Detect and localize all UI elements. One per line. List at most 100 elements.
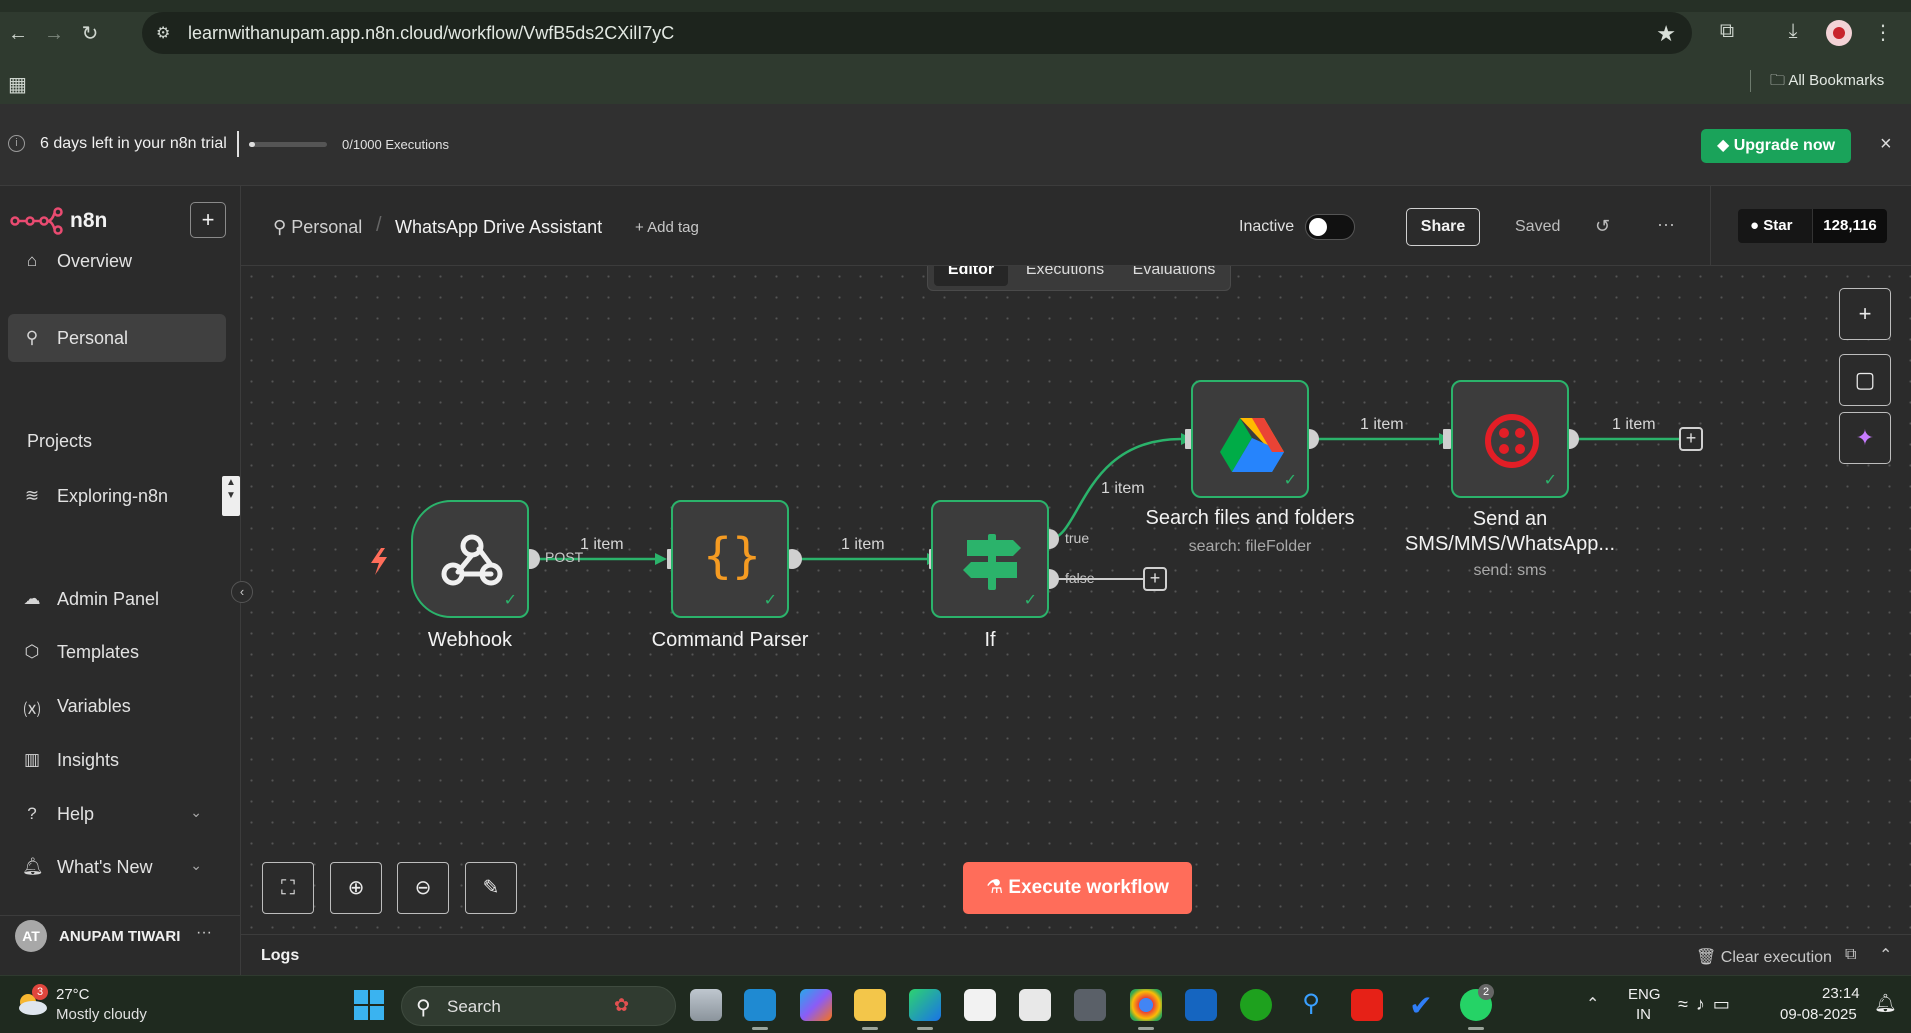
windows-start-icon[interactable]	[354, 990, 384, 1020]
saved-status: Saved	[1515, 218, 1561, 235]
extensions-icon[interactable]: ⧉	[1714, 20, 1740, 46]
edge-browser-icon[interactable]	[909, 989, 941, 1030]
tray-status-icons[interactable]: ≈♪▭	[1678, 994, 1738, 1015]
search-placeholder: Search	[447, 997, 501, 1016]
xbox-icon[interactable]	[1240, 989, 1272, 1021]
tray-overflow-icon[interactable]: ⌃	[1586, 994, 1599, 1014]
document-app-icon[interactable]	[1019, 989, 1051, 1021]
all-bookmarks-label: All Bookmarks	[1788, 72, 1885, 89]
github-icon: ●	[1750, 217, 1764, 234]
more-options-icon[interactable]: ···	[1657, 214, 1675, 235]
all-bookmarks-link[interactable]: 🗀 All Bookmarks	[1770, 70, 1884, 95]
sidebar-item-help[interactable]: ? Help ⌄	[8, 790, 226, 838]
close-icon[interactable]: ×	[1880, 133, 1892, 156]
todo-check-icon[interactable]: ✔	[1405, 989, 1437, 1021]
sidebar-item-variables[interactable]: ⒳ Variables	[8, 682, 226, 730]
active-status-label: Inactive	[1239, 218, 1295, 235]
address-bar[interactable]: ⚙ learnwithanupam.app.n8n.cloud/workflow…	[142, 12, 1692, 54]
download-icon[interactable]: ⤓	[1780, 20, 1806, 46]
github-star-button[interactable]: ● Star	[1738, 209, 1812, 243]
active-toggle[interactable]	[1305, 214, 1355, 240]
chrome-browser-icon[interactable]	[1130, 989, 1162, 1030]
site-info-icon[interactable]: ⚙	[156, 23, 170, 43]
weather-description: Mostly cloudy	[56, 1006, 147, 1023]
azure-icon[interactable]	[1185, 989, 1217, 1021]
github-star-count[interactable]: 128,116	[1812, 209, 1887, 243]
reload-icon[interactable]: ↻	[78, 22, 102, 46]
weather-badge: 3	[32, 984, 48, 1000]
back-icon[interactable]: ←	[6, 22, 30, 46]
success-check-icon: ✓	[1543, 472, 1557, 489]
add-node-false-button[interactable]: +	[1143, 567, 1167, 591]
workflow-canvas[interactable]: Editor Executions Evaluations POST 1 ite…	[241, 266, 1911, 934]
collapse-sidebar-button[interactable]: ‹	[231, 581, 253, 603]
user-icon: ⚲	[273, 217, 292, 237]
forward-icon[interactable]: →	[42, 22, 66, 46]
chevron-down-icon: ⌄	[190, 857, 202, 873]
node-search-files[interactable]: ✓	[1191, 380, 1309, 498]
history-icon[interactable]: ↺	[1595, 216, 1610, 237]
upgrade-button[interactable]: ◆ Upgrade now	[1701, 129, 1851, 163]
chevron-up-icon[interactable]: ⌃	[1879, 945, 1892, 965]
variable-icon: ⒳	[23, 701, 41, 720]
node-command-parser[interactable]: {} ✓	[671, 500, 789, 618]
task-view-icon[interactable]	[690, 989, 722, 1021]
add-node-end-button[interactable]: +	[1679, 427, 1703, 451]
bookmark-star-icon[interactable]: ★	[1656, 21, 1676, 47]
zoom-out-icon[interactable]: ⊖	[397, 862, 449, 914]
fit-view-icon[interactable]: ⛶	[262, 862, 314, 914]
search-app-icon[interactable]: ⚲	[1295, 989, 1327, 1021]
home-icon: ⌂	[26, 251, 38, 270]
windows-taskbar: 3 27°C Mostly cloudy ⚲ Search ✿ ⚲ ✔ 2 ⌃ …	[0, 975, 1911, 1033]
node-title: Search files and folders	[1145, 507, 1355, 529]
profile-avatar[interactable]	[1826, 20, 1852, 46]
sidebar-item-label: Admin Panel	[57, 589, 160, 609]
header-divider	[1710, 186, 1711, 266]
add-node-button[interactable]: +	[1839, 288, 1891, 340]
region-indicator: IN	[1636, 1006, 1651, 1023]
notification-bell-icon[interactable]: 🔔︎	[1874, 993, 1897, 1014]
clock-time[interactable]: 23:14	[1822, 985, 1860, 1002]
projects-scrollbar[interactable]: ▲ ▼	[222, 476, 240, 516]
user-menu-icon[interactable]: ···	[196, 924, 212, 942]
taskbar-search-input[interactable]: ⚲ Search ✿	[401, 986, 676, 1026]
ms-store-icon[interactable]	[964, 989, 996, 1021]
workflow-name[interactable]: WhatsApp Drive Assistant	[395, 217, 602, 238]
node-webhook[interactable]: ✓	[411, 500, 529, 618]
avatar[interactable]: AT	[15, 920, 47, 952]
breadcrumb-project[interactable]: ⚲ Personal	[273, 217, 362, 238]
execute-workflow-button[interactable]: ⚗ Execute workflow	[963, 862, 1192, 914]
sidebar-item-templates[interactable]: ⬡ Templates	[8, 628, 226, 676]
tidy-up-icon[interactable]: ✎	[465, 862, 517, 914]
sidebar-item-label: Overview	[57, 251, 133, 271]
sidebar-item-exploring-n8n[interactable]: ≋ Exploring-n8n	[8, 472, 226, 520]
copilot-icon[interactable]	[800, 989, 832, 1021]
node-subtitle: send: sms	[1473, 562, 1547, 579]
sidebar-item-label: What's New	[57, 857, 153, 877]
sidebar-item-overview[interactable]: ⌂ Overview	[8, 237, 226, 285]
share-button[interactable]: Share	[1406, 208, 1480, 246]
zoom-in-icon[interactable]: ⊕	[330, 862, 382, 914]
bookmarks-bar: ▦ 🗀 All Bookmarks	[0, 66, 1911, 104]
node-send-sms[interactable]: ✓	[1451, 380, 1569, 498]
sticky-note-icon[interactable]: ▢	[1839, 354, 1891, 406]
trigger-bolt-icon	[371, 548, 387, 575]
sidebar-item-insights[interactable]: ▥ Insights	[8, 736, 226, 784]
input-port	[1443, 429, 1451, 449]
language-indicator[interactable]: ENG	[1628, 986, 1661, 1003]
apps-grid-icon[interactable]: ▦	[8, 72, 27, 97]
youtube-icon[interactable]	[1351, 989, 1383, 1021]
add-tag-button[interactable]: + Add tag	[635, 219, 699, 236]
ai-assistant-icon[interactable]: ✦	[1839, 412, 1891, 464]
sidebar-item-personal[interactable]: ⚲ Personal	[8, 314, 226, 362]
node-if[interactable]: ✓	[931, 500, 1049, 618]
pop-out-icon[interactable]: ⧉	[1845, 946, 1856, 964]
unity-hub-icon[interactable]	[1074, 989, 1106, 1021]
vscode-icon[interactable]	[744, 989, 776, 1030]
file-explorer-icon[interactable]	[854, 989, 886, 1030]
clear-execution-button[interactable]: 🗑︎ Clear execution	[1696, 947, 1832, 967]
sidebar-item-whats-new[interactable]: 🔔︎ What's New ⌄	[8, 843, 226, 891]
sidebar-item-admin-panel[interactable]: ☁ Admin Panel	[8, 575, 226, 623]
browser-menu-icon[interactable]: ⋮	[1870, 20, 1896, 46]
logs-panel-header[interactable]: Logs 🗑︎ Clear execution ⧉ ⌃	[241, 934, 1911, 975]
